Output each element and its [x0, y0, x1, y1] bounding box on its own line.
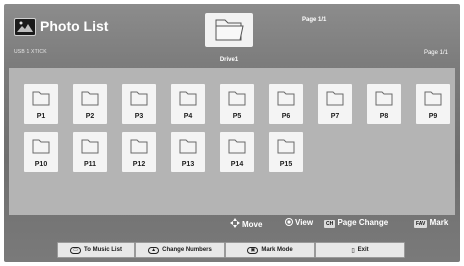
folder-label: P10	[34, 161, 48, 168]
folder-tile[interactable]: P15	[269, 132, 303, 172]
folder-label: P6	[281, 113, 291, 120]
folder-tile[interactable]: P12	[122, 132, 156, 172]
hint-mark: FAV Mark	[414, 218, 448, 228]
hint-view-label: View	[295, 218, 314, 227]
folder-label: P2	[85, 113, 95, 120]
drive-selector[interactable]: Drive1	[205, 13, 253, 65]
ok-icon	[285, 218, 293, 226]
folder-label: P3	[134, 113, 144, 120]
folder-tile[interactable]: P5	[220, 84, 254, 124]
folder-tile[interactable]: P10	[24, 132, 58, 172]
folder-tile[interactable]: P3	[122, 84, 156, 124]
page-indicator: Page 1/1	[423, 50, 448, 56]
hint-move: Move	[230, 218, 262, 229]
exit-label: Exit	[357, 247, 369, 253]
hint-page-change-label: Page Change	[337, 218, 389, 227]
folder-tile[interactable]: P9	[416, 84, 450, 124]
hint-move-label: Move	[242, 220, 263, 229]
folder-tile[interactable]: P6	[269, 84, 303, 124]
drive-folder-icon	[205, 13, 253, 47]
folder-label: P1	[36, 113, 46, 120]
folder-grid: P1 P2 P3 P4 P5 P6 P7 P8 P9 P10 P11 P12 P…	[9, 68, 455, 215]
mark-mode-label: Mark Mode	[261, 247, 293, 253]
folder-tile[interactable]: P2	[73, 84, 107, 124]
list-icon: ▭	[70, 246, 82, 254]
to-music-list-label: To Music List	[84, 247, 122, 253]
device-label: USB 1 XTICK	[14, 49, 47, 55]
folder-label: P13	[181, 161, 195, 168]
photo-list-screen: Photo List USB 1 XTICK Drive1 Page 1/1 P…	[4, 4, 460, 262]
change-numbers-button[interactable]: ▲ Change Numbers	[135, 242, 225, 258]
page-indicator-top: Page 1/1	[302, 17, 327, 23]
folder-tile[interactable]: P14	[220, 132, 254, 172]
hint-view: View	[285, 218, 313, 227]
folder-tile[interactable]: P8	[367, 84, 401, 124]
folder-label: P9	[428, 113, 438, 120]
folder-tile[interactable]: P11	[73, 132, 107, 172]
exit-button[interactable]: ▯ Exit	[315, 242, 405, 258]
folder-tile[interactable]: P4	[171, 84, 205, 124]
mark-mode-icon: ▣	[247, 246, 259, 254]
folder-label: P8	[379, 113, 389, 120]
folder-label: P11	[83, 161, 97, 168]
page-title: Photo List	[40, 18, 109, 34]
folder-label: P7	[330, 113, 340, 120]
drive-label: Drive1	[219, 57, 239, 63]
folder-tile[interactable]: P7	[318, 84, 352, 124]
bottom-buttons: ▭ To Music List ▲ Change Numbers ▣ Mark …	[4, 242, 460, 258]
hint-mark-label: Mark	[429, 218, 449, 227]
change-numbers-label: Change Numbers	[162, 247, 212, 253]
mark-mode-button[interactable]: ▣ Mark Mode	[225, 242, 315, 258]
folder-tile[interactable]: P1	[24, 84, 58, 124]
to-music-list-button[interactable]: ▭ To Music List	[57, 242, 135, 258]
folder-label: P5	[232, 113, 242, 120]
exit-icon: ▯	[351, 247, 355, 254]
dpad-icon	[230, 218, 240, 228]
folder-tile[interactable]: P13	[171, 132, 205, 172]
folder-label: P14	[230, 161, 244, 168]
fav-key-icon: FAV	[414, 220, 428, 228]
folder-label: P4	[183, 113, 193, 120]
key-hints: Move View CH Page Change FAV Mark	[4, 218, 460, 230]
folder-label: P12	[132, 161, 146, 168]
folder-label: P15	[279, 161, 293, 168]
hint-page-change: CH Page Change	[324, 218, 388, 228]
ch-key-icon: CH	[324, 220, 336, 228]
photo-icon	[14, 18, 36, 36]
change-icon: ▲	[148, 246, 160, 254]
